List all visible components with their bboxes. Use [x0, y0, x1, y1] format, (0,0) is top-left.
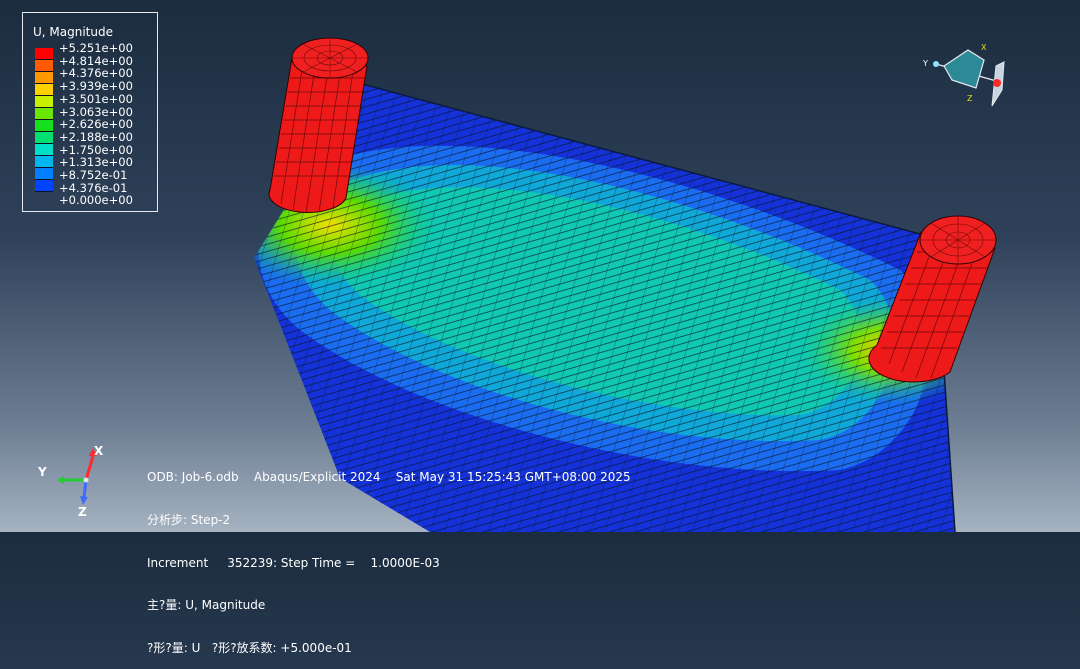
- legend-level-label: +4.376e-01: [59, 180, 128, 195]
- legend-level-label: +0.000e+00: [59, 193, 133, 208]
- legend-level-label: +1.750e+00: [59, 142, 133, 157]
- legend-level-label: +3.939e+00: [59, 79, 133, 94]
- legend-swatch: [35, 144, 53, 156]
- legend-level-label: +3.063e+00: [59, 104, 133, 119]
- legend-swatch: [35, 132, 53, 144]
- legend-swatch: [35, 60, 53, 72]
- legend-swatch: [35, 72, 53, 84]
- legend-level-label: +2.626e+00: [59, 117, 133, 132]
- info-odb-line: ODB: Job-6.odb Abaqus/Explicit 2024 Sat …: [147, 470, 631, 485]
- legend-level-label: +4.376e+00: [59, 66, 133, 81]
- legend-swatch: [35, 180, 53, 192]
- contour-legend: U, Magnitude +5.251e+00 +4.814e+00 +4.376e…: [22, 12, 158, 212]
- legend-swatch: [35, 108, 53, 120]
- legend-swatch: [35, 156, 53, 168]
- legend-level-label: +5.251e+00: [59, 41, 133, 55]
- legend-swatch: [35, 96, 53, 108]
- triad-z-label: Z: [78, 505, 87, 519]
- legend-swatch: [35, 120, 53, 132]
- view-cube-z-label: Z: [967, 94, 973, 103]
- coordinate-triad: X Y Z: [37, 444, 104, 519]
- view-cube-y-label: Y: [922, 59, 928, 68]
- view-cube-x-label: X: [981, 43, 987, 52]
- legend-level-label: +2.188e+00: [59, 129, 133, 144]
- legend-swatch: [35, 84, 53, 96]
- legend-title: U, Magnitude: [33, 25, 113, 39]
- legend-level-label: +8.752e-01: [59, 168, 128, 182]
- view-cube[interactable]: X Y Z: [922, 43, 1005, 107]
- info-primary-var-line: 主?量: U, Magnitude: [147, 598, 266, 613]
- info-step-line: 分析步: Step-2: [147, 513, 231, 528]
- legend-level-label: +3.501e+00: [59, 91, 133, 106]
- info-deformation-line: ?形?量: U ?形?放系数: +5.000e-01: [147, 640, 352, 655]
- triad-x-label: X: [94, 444, 104, 458]
- legend-swatch: [35, 168, 53, 180]
- legend-level-label: +1.313e+00: [59, 155, 133, 170]
- info-increment-line: Increment 352239: Step Time = 1.0000E-03: [147, 555, 440, 570]
- legend-swatch: [35, 48, 53, 60]
- odb-info-block: ODB: Job-6.odb Abaqus/Explicit 2024 Sat …: [147, 442, 631, 669]
- triad-y-label: Y: [37, 465, 47, 479]
- legend-color-bar: [35, 48, 53, 204]
- legend-level-label: +4.814e+00: [59, 53, 133, 68]
